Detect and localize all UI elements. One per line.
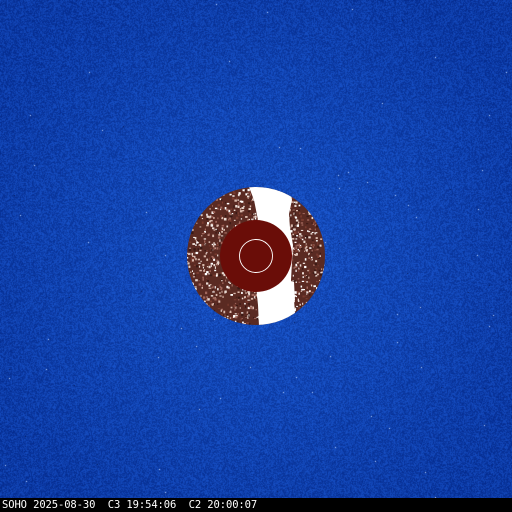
coronagraph-image: SOHO 2025-08-30 C3 19:54:06 C2 20:00:07 [0,0,512,512]
occulter-disk [220,220,292,292]
occulter-assembly [187,187,325,325]
image-caption: SOHO 2025-08-30 C3 19:54:06 C2 20:00:07 [2,499,258,511]
caption-bar: SOHO 2025-08-30 C3 19:54:06 C2 20:00:07 [0,498,512,512]
